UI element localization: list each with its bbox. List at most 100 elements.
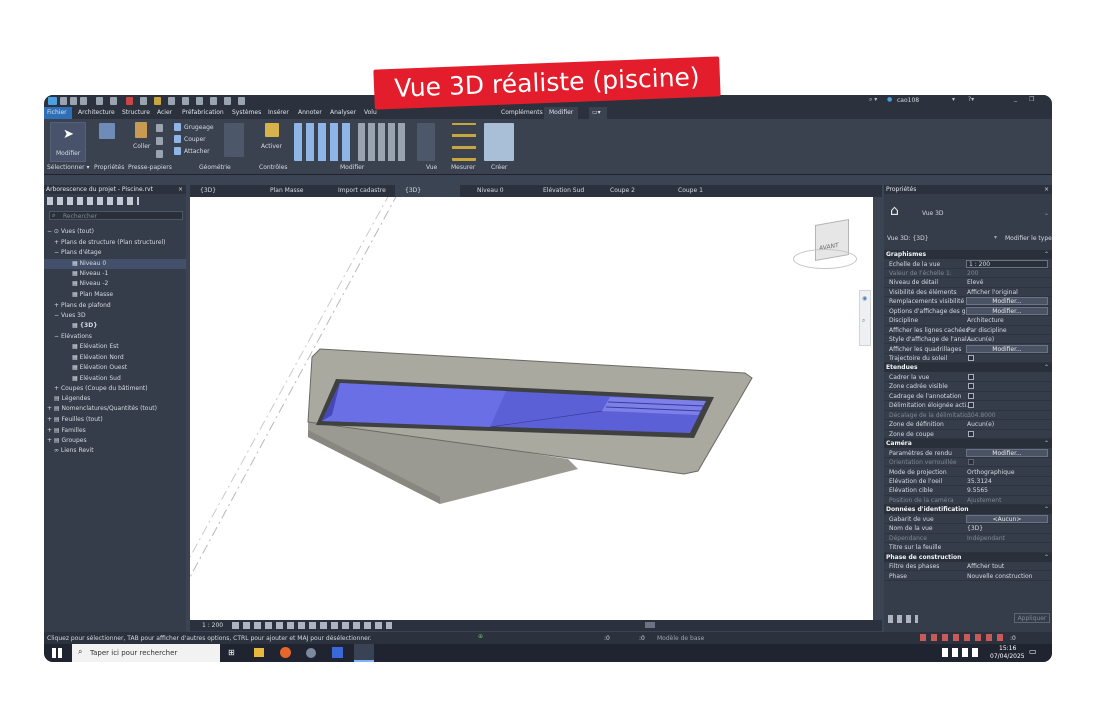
minimize-icon[interactable]: _: [1014, 95, 1017, 102]
edit-type-button[interactable]: Modifier le type: [1005, 235, 1052, 242]
steering-wheel-icon[interactable]: ◉: [862, 295, 867, 302]
view-tab[interactable]: Import cadastre: [338, 187, 386, 194]
property-checkbox[interactable]: [968, 373, 974, 380]
property-value[interactable]: {3D}: [967, 525, 983, 532]
property-edit-button[interactable]: Modifier...: [966, 306, 1048, 315]
property-value[interactable]: Orthographique: [967, 469, 1015, 476]
view-tools-icon[interactable]: [417, 123, 435, 161]
contextual-tab-icon[interactable]: ▭▾: [589, 107, 607, 119]
tree-item[interactable]: ▦ Elévation Sud: [72, 375, 121, 382]
close-icon[interactable]: ×: [1044, 186, 1049, 193]
property-value[interactable]: Afficher l'original: [967, 289, 1018, 296]
property-value[interactable]: Afficher tout: [967, 563, 1004, 570]
property-section-header[interactable]: Etendues: [884, 363, 1052, 373]
apply-button[interactable]: Appliquer: [1014, 613, 1050, 623]
tab-complements[interactable]: Compléments: [501, 109, 543, 116]
tab-annoter[interactable]: Annoter: [298, 109, 322, 116]
switch-windows-icon[interactable]: [238, 97, 245, 105]
task-view-icon[interactable]: ⊞: [228, 648, 235, 657]
chevron-down-icon[interactable]: ⌄: [1044, 210, 1049, 217]
viewcube-compass[interactable]: [793, 249, 857, 269]
save-icon[interactable]: [70, 97, 77, 105]
cart-icon[interactable]: ▾: [952, 96, 955, 103]
type-selector[interactable]: Vue 3D: {3D}: [887, 235, 929, 242]
tree-item[interactable]: ▤ Légendes: [54, 395, 90, 402]
tree-item[interactable]: + ▤ Nomenclatures/Quantités (tout): [47, 405, 157, 412]
notification-icon[interactable]: ▭: [1029, 647, 1037, 656]
tree-item[interactable]: − Elévations: [54, 333, 92, 340]
tree-item[interactable]: ▦ Niveau 0: [72, 260, 106, 267]
property-value[interactable]: 35.3124: [967, 478, 992, 485]
property-value[interactable]: 9.5565: [967, 487, 988, 494]
attacher-button[interactable]: Attacher: [184, 148, 210, 155]
view-tab-active[interactable]: {3D}: [395, 185, 460, 197]
modify-button[interactable]: ➤ Modifier: [50, 122, 86, 162]
close-icon[interactable]: ×: [178, 186, 183, 193]
firefox-icon[interactable]: [280, 647, 291, 658]
collapse-icon[interactable]: ⌃: [1044, 554, 1049, 561]
tree-item[interactable]: ▦ Niveau -2: [72, 280, 108, 287]
tree-item[interactable]: − ⊙ Vues (tout): [47, 228, 94, 235]
tab-inserer[interactable]: Insérer: [268, 109, 289, 116]
properties-icon[interactable]: [99, 123, 115, 139]
tab-volume[interactable]: Volu: [364, 109, 377, 116]
property-edit-button[interactable]: Modifier...: [966, 344, 1048, 353]
tree-item[interactable]: + ▤ Groupes: [47, 437, 87, 444]
text-icon[interactable]: [168, 97, 175, 105]
property-value[interactable]: Aucun(e): [967, 336, 994, 343]
search-help-icon[interactable]: ⌕ ▾: [869, 96, 877, 104]
property-edit-button[interactable]: Modifier...: [966, 297, 1048, 306]
array-tools-icon[interactable]: [358, 123, 408, 161]
panel-tools-icons[interactable]: [888, 615, 918, 623]
browser-toolbar[interactable]: [47, 197, 139, 205]
property-value[interactable]: Par discipline: [967, 327, 1007, 334]
tree-item[interactable]: ▦ {3D}: [72, 322, 97, 329]
tab-prefabrication[interactable]: Préfabrication: [182, 109, 224, 116]
restore-icon[interactable]: ❐: [1029, 96, 1034, 103]
property-checkbox[interactable]: [968, 383, 974, 390]
chevron-down-icon[interactable]: ▾: [994, 234, 997, 241]
collapse-icon[interactable]: ⌃: [1044, 364, 1049, 371]
navigation-bar[interactable]: ◉ ⌕: [859, 290, 871, 346]
view-tab[interactable]: Coupe 2: [610, 187, 635, 194]
tag-icon[interactable]: [154, 97, 161, 105]
modify-tools-icon[interactable]: [294, 123, 352, 161]
view-tab[interactable]: Elévation Sud: [543, 187, 584, 194]
property-checkbox[interactable]: [968, 430, 974, 437]
3d-view-icon[interactable]: [182, 97, 189, 105]
sync-icon[interactable]: [80, 97, 87, 105]
panel-selectionner[interactable]: Sélectionner ▾: [47, 164, 90, 171]
grugeage-button[interactable]: Grugeage: [184, 124, 214, 131]
property-edit-button[interactable]: <Aucun>: [966, 514, 1048, 523]
view-tab[interactable]: {3D}: [200, 187, 216, 194]
tree-item[interactable]: − Vues 3D: [54, 312, 86, 319]
tree-item[interactable]: + Plans de structure (Plan structurel): [54, 239, 166, 246]
cut-icon[interactable]: [156, 124, 163, 132]
tab-modifier[interactable]: Modifier: [544, 107, 579, 119]
section-icon[interactable]: [196, 97, 203, 105]
property-checkbox[interactable]: [968, 392, 974, 399]
geometry-tools-icon[interactable]: [224, 123, 244, 157]
tree-item[interactable]: + Coupes (Coupe du bâtiment): [54, 385, 148, 392]
property-value[interactable]: Aucun(e): [967, 421, 994, 428]
property-input[interactable]: 1 : 200: [966, 259, 1048, 268]
measure-tools-icon[interactable]: [452, 123, 476, 161]
tree-item[interactable]: ▦ Niveau -1: [72, 270, 108, 277]
activate-button[interactable]: Activer: [261, 143, 282, 150]
property-section-header[interactable]: Caméra: [884, 439, 1052, 449]
type-name[interactable]: Vue 3D: [922, 210, 944, 217]
scrollbar-thumb[interactable]: [645, 622, 655, 628]
tree-item[interactable]: ▦ Plan Masse: [72, 291, 113, 298]
windows-start-icon[interactable]: [52, 648, 62, 658]
open-icon[interactable]: [60, 97, 67, 105]
copy-icon[interactable]: [156, 137, 163, 145]
tree-item[interactable]: ∞ Liens Revit: [54, 447, 94, 454]
close-hidden-icon[interactable]: [224, 97, 231, 105]
undo-icon[interactable]: [96, 97, 103, 105]
view-tab[interactable]: Plan Masse: [270, 187, 303, 194]
property-value[interactable]: Nouvelle construction: [967, 573, 1032, 580]
tree-item[interactable]: ▦ Elévation Ouest: [72, 364, 127, 371]
print-icon[interactable]: [126, 97, 133, 105]
property-checkbox[interactable]: [968, 355, 974, 361]
collapse-icon[interactable]: ⌃: [1044, 251, 1049, 258]
